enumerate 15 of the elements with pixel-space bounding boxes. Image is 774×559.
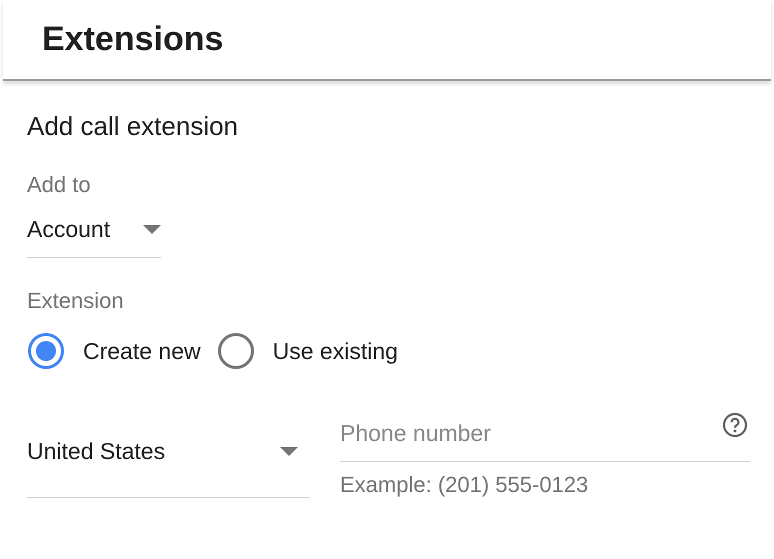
radio-button[interactable] [27,332,65,370]
radio-option[interactable]: Create new [27,332,201,370]
radio-option[interactable]: Use existing [216,332,398,370]
radio-button[interactable] [216,332,255,370]
page-title: Extensions [42,20,224,59]
hint-text: Example: (201) 555-0123 [340,472,590,498]
country-dropdown[interactable]: United States [27,420,310,498]
field-label: Add to [27,172,91,198]
phone-number-field[interactable]: Phone number [340,420,750,462]
add-to-dropdown[interactable]: Account [27,216,161,258]
section-title: Add call extension [27,111,238,142]
caret-icon [280,446,298,456]
help-icon[interactable] [722,412,748,438]
caret-icon [143,224,161,234]
field-label: Extension [27,288,124,314]
